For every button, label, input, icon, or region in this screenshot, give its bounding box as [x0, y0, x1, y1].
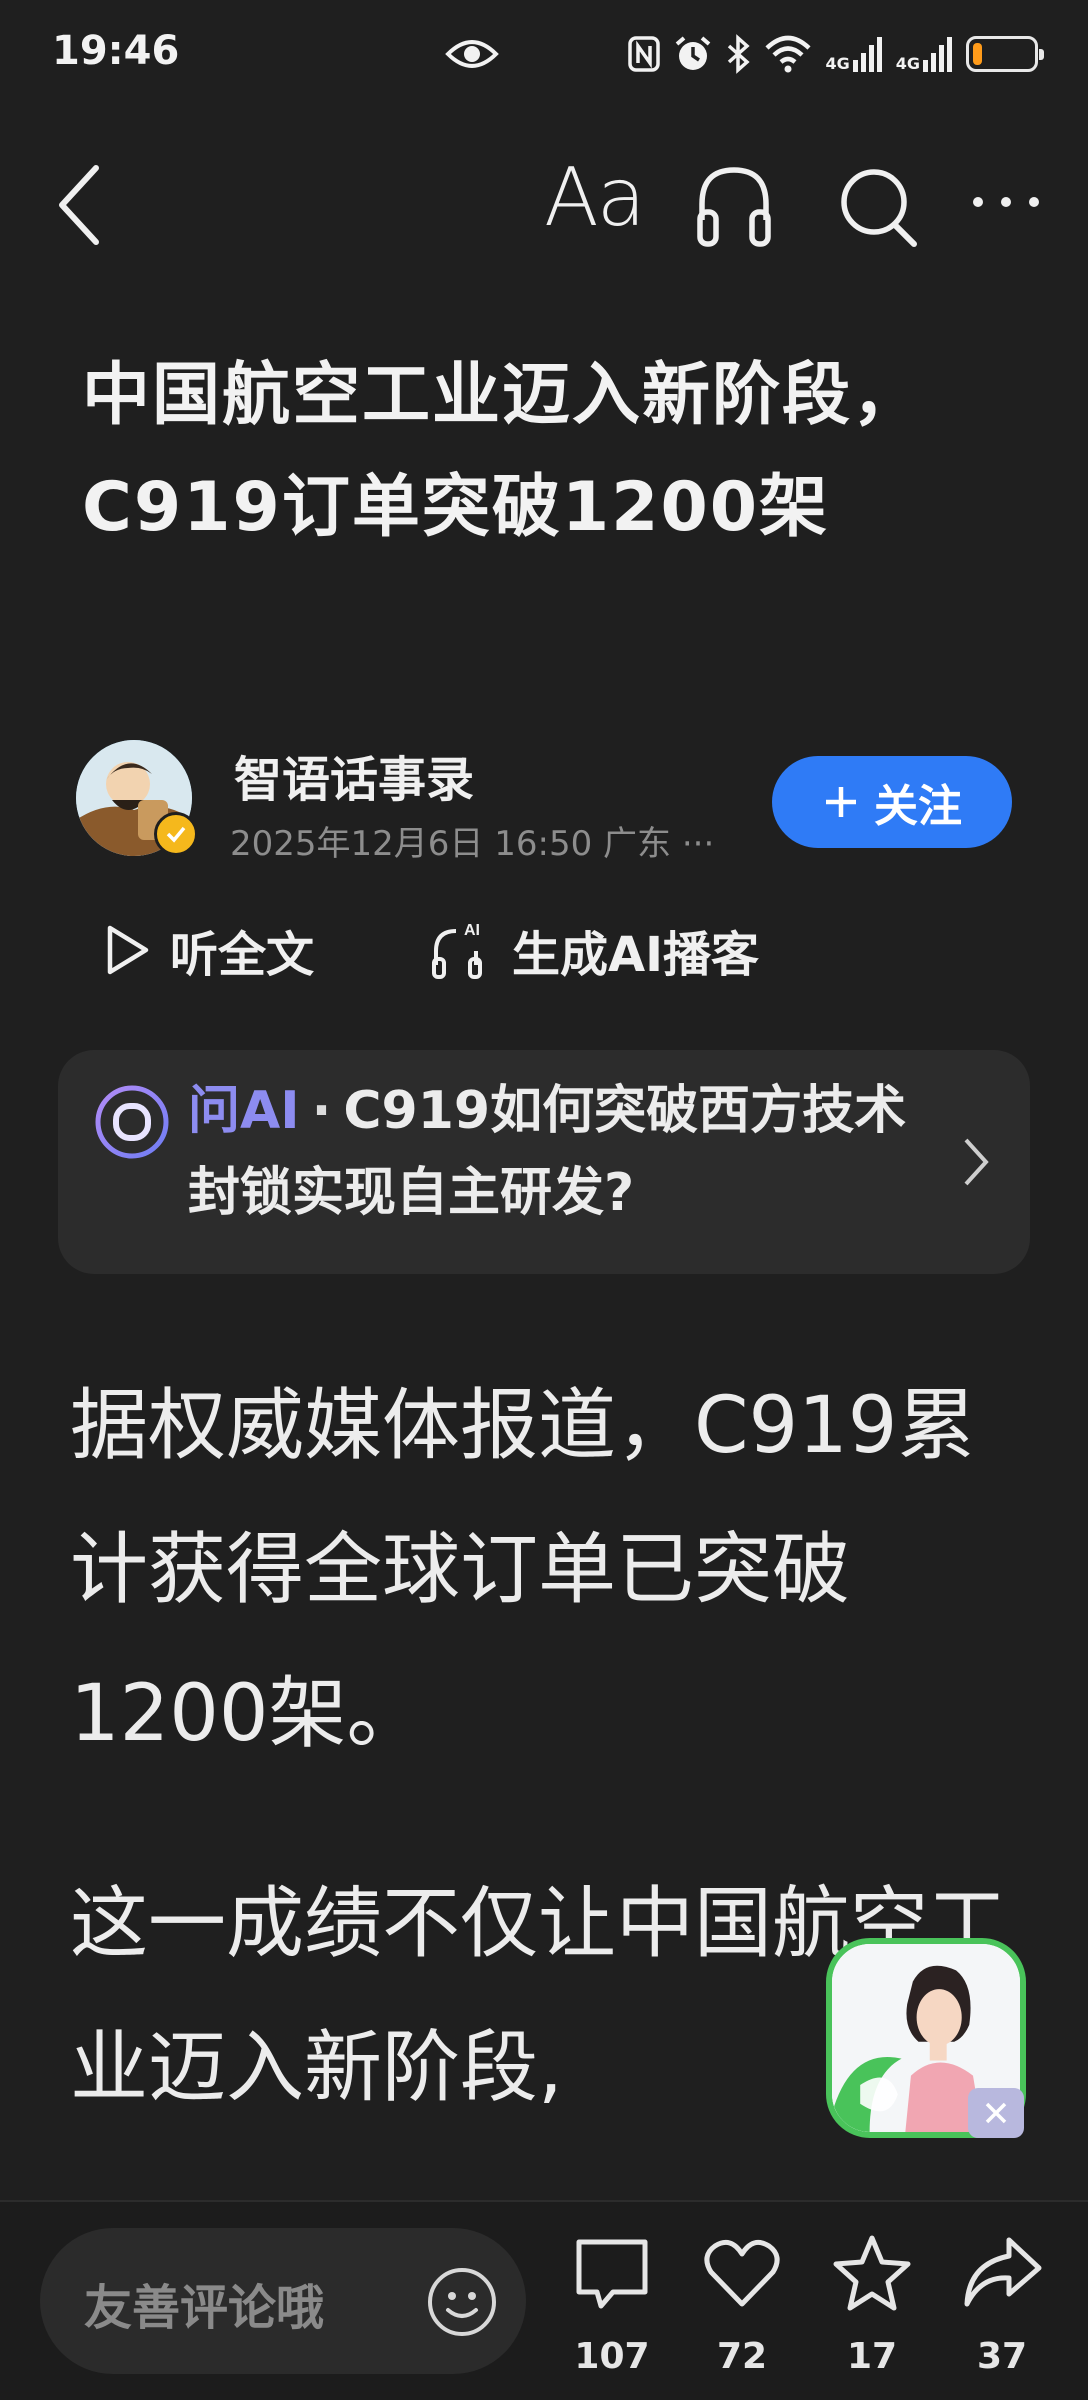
favorites-count: 17: [846, 2336, 898, 2377]
share-button[interactable]: 37: [952, 2232, 1052, 2392]
comments-count: 107: [574, 2336, 650, 2377]
comments-button[interactable]: 107: [562, 2232, 662, 2392]
bottom-action-bar: 友善评论哦 107 72 17 37: [0, 2200, 1088, 2400]
comment-icon: [576, 2239, 648, 2309]
follow-label: 关注: [874, 781, 962, 832]
close-icon: [985, 2102, 1007, 2124]
battery-icon: [966, 36, 1044, 72]
comment-placeholder: 友善评论哦: [84, 2280, 325, 2336]
wifi-icon: [765, 35, 812, 73]
play-icon: [107, 925, 149, 975]
cellular-signal-2: 4G: [896, 36, 954, 72]
listen-full-button[interactable]: 听全文: [104, 910, 314, 990]
ask-ai-brand: 问AI: [188, 1081, 300, 1141]
nfc-icon: [628, 36, 661, 72]
author-row: 智语话事录 2025年12月6日 16:50 广东 ··· 关注: [76, 740, 1016, 864]
cellular-signal-1: 4G: [825, 36, 883, 72]
likes-count: 72: [716, 2336, 768, 2377]
emoji-icon[interactable]: [424, 2264, 500, 2340]
top-nav-bar: Aa: [0, 140, 1088, 270]
star-icon: [833, 2235, 911, 2311]
battery-level: [973, 43, 982, 65]
close-assistant-button[interactable]: [968, 2088, 1024, 2138]
signal-1-label: 4G: [825, 54, 850, 73]
ask-ai-logo-icon: [95, 1085, 169, 1159]
plus-icon: [826, 787, 856, 817]
favorite-button[interactable]: 17: [822, 2232, 922, 2392]
font-size-button[interactable]: Aa: [544, 158, 646, 238]
shares-count: 37: [976, 2336, 1028, 2377]
paragraph: 据权威媒体报道，C919累计获得全球订单已突破1200架。: [70, 1381, 976, 1759]
follow-button[interactable]: 关注: [772, 756, 1012, 848]
ask-ai-text: 问AI · C919如何突破西方技术封锁实现自主研发?: [188, 1081, 907, 1223]
audio-actions: 听全文 AI 生成AI播客: [104, 910, 1004, 990]
verified-badge-icon: [154, 812, 198, 856]
share-icon: [964, 2237, 1042, 2307]
eye-icon: [445, 40, 499, 68]
ask-ai-card[interactable]: 问AI · C919如何突破西方技术封锁实现自主研发?: [58, 1050, 1030, 1274]
chevron-right-icon: [964, 1138, 989, 1186]
listen-full-label: 听全文: [170, 927, 315, 983]
svg-text:AI: AI: [464, 922, 480, 939]
comment-input[interactable]: 友善评论哦: [40, 2228, 526, 2374]
generate-podcast-button[interactable]: AI 生成AI播客: [430, 910, 759, 990]
back-icon[interactable]: [52, 160, 112, 250]
article-title: 中国航空工业迈入新阶段，C919订单突破1200架: [82, 356, 923, 547]
headphones-icon[interactable]: [694, 160, 774, 250]
search-icon[interactable]: [836, 160, 922, 250]
generate-podcast-label: 生成AI播客: [512, 927, 760, 983]
signal-bars-icon: [852, 37, 882, 72]
heart-icon: [704, 2239, 780, 2307]
publish-meta: 2025年12月6日 16:50 广东 ···: [230, 824, 715, 864]
alarm-icon: [676, 36, 711, 70]
signal-2-label: 4G: [895, 54, 920, 73]
signal-bars-icon: [923, 37, 952, 72]
author-name[interactable]: 智语话事录: [234, 740, 474, 810]
like-button[interactable]: 72: [692, 2232, 792, 2392]
bluetooth-icon: [728, 34, 751, 74]
ai-headphones-icon: AI: [432, 922, 482, 979]
status-icons: 4G 4G: [627, 30, 1044, 78]
status-time: 19:46: [52, 28, 180, 74]
more-icon[interactable]: [966, 182, 1046, 222]
status-bar: 19:46 4G 4G: [0, 0, 1088, 110]
wifi-indicator: [763, 34, 813, 74]
